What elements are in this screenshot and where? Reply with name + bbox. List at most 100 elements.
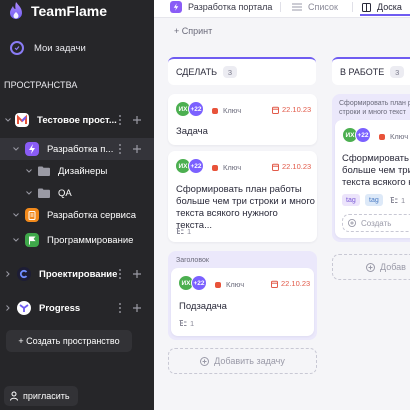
assignees[interactable]: ИХ +22 [175, 158, 204, 174]
app-logo[interactable]: TeamFlame [6, 1, 107, 21]
due-date-text: 22.10.23 [281, 279, 311, 288]
sidebar-space-design[interactable]: Проектирование [0, 263, 154, 285]
tab-list[interactable]: Список [292, 0, 338, 14]
assignees[interactable]: ИХ +22 [342, 127, 371, 143]
chevron-right-icon[interactable] [3, 303, 13, 313]
task-title: Сформировать п больше чем три с текста в… [342, 153, 410, 189]
sidebar-item-label: Разработка сервиса [47, 209, 136, 221]
calendar-icon [272, 106, 279, 114]
sidebar-space-test[interactable]: Тестовое прост... [0, 109, 154, 131]
subtask-count[interactable]: 1 [176, 227, 191, 236]
invite-label: пригласить [23, 391, 70, 401]
chevron-down-icon[interactable] [11, 235, 21, 245]
breadcrumb[interactable]: Разработка портала [170, 0, 272, 14]
subtask-icon [390, 197, 398, 203]
create-subtask-label: Создать [361, 218, 392, 228]
due-date[interactable]: 22.10.23 [272, 162, 311, 171]
task-group: Сформировать план р строки и много текст… [332, 94, 410, 242]
lightning-icon [170, 1, 182, 13]
chevron-right-icon[interactable] [3, 269, 13, 279]
avatar-more: +22 [191, 275, 207, 291]
plus-icon[interactable] [132, 144, 142, 154]
column-header-in-progress: В РАБОТЕ 3 [332, 57, 410, 85]
priority-text: Ключ [226, 280, 245, 289]
priority-flag-icon [212, 107, 218, 114]
divider [280, 2, 281, 12]
plus-circle-icon [348, 219, 356, 227]
divider [352, 2, 353, 12]
group-title: Сформировать план р строки и много текст [339, 99, 410, 117]
task-card[interactable]: ИХ +22 Ключ 22.10.23 Сформировать план р… [168, 151, 317, 242]
add-sprint-button[interactable]: + Спринт [174, 26, 212, 36]
active-tab-indicator [360, 14, 410, 16]
sidebar-folder-designers[interactable]: Дизайнеры [0, 160, 154, 182]
priority-text: Ключ [390, 132, 409, 141]
task-card[interactable]: ИХ +22 Ключ 22.10.23 Задача [168, 94, 317, 145]
nav-my-tasks-label: Мои задачи [34, 42, 86, 54]
more-icon[interactable] [116, 114, 124, 126]
sidebar-item-label: Программирование [47, 234, 134, 246]
more-icon[interactable] [116, 143, 124, 155]
sidebar: TeamFlame Мои задачи ПРОСТРАНСТВА Тестов… [0, 0, 154, 410]
plus-icon[interactable] [132, 303, 142, 313]
subtask-count-text: 1 [401, 196, 406, 205]
flag-icon [25, 233, 39, 247]
sidebar-item-service-dev[interactable]: Разработка сервиса [0, 204, 154, 226]
priority-flag-icon [379, 133, 385, 140]
assignees[interactable]: ИХ +22 [175, 101, 204, 117]
tab-list-label: Список [308, 2, 338, 12]
group-title-line: строки и много текст [339, 109, 406, 116]
more-icon[interactable] [116, 268, 124, 280]
due-date[interactable]: 22.10.23 [272, 105, 311, 114]
assignees[interactable]: ИХ +22 [178, 275, 207, 291]
priority-flag-icon [215, 281, 221, 288]
priority-label[interactable]: Ключ [212, 163, 241, 172]
sidebar-space-label: Progress [39, 302, 81, 314]
add-task-button[interactable]: Добавить задачу [168, 348, 317, 374]
create-space-button[interactable]: + Создать пространство [6, 330, 132, 352]
chevron-down-icon[interactable] [11, 210, 21, 220]
plus-circle-icon [200, 356, 210, 366]
due-date-text: 22.10.23 [282, 105, 312, 114]
spaces-heading: ПРОСТРАНСТВА [4, 80, 78, 90]
column-count-badge: 3 [390, 66, 405, 78]
priority-label[interactable]: Ключ [379, 132, 408, 141]
sidebar-item-programming[interactable]: Программирование [0, 229, 154, 251]
task-card[interactable]: ИХ +22 Ключ 22.10.23 Подзадача 1 [171, 268, 314, 336]
subtask-count-text: 1 [187, 227, 192, 236]
plus-icon[interactable] [132, 269, 142, 279]
sidebar-item-portal-dev[interactable]: Разработка п... [0, 138, 154, 160]
chevron-down-icon[interactable] [11, 144, 21, 154]
task-card[interactable]: ИХ +22 Ключ Сформировать п больше чем тр… [335, 120, 410, 238]
priority-label[interactable]: Ключ [215, 280, 244, 289]
priority-label[interactable]: Ключ [212, 106, 241, 115]
invite-button[interactable]: пригласить [4, 386, 78, 406]
column-header-todo: СДЕЛАТЬ 3 [168, 57, 316, 85]
due-date-text: 22.10.23 [282, 162, 312, 171]
more-icon[interactable] [116, 302, 124, 314]
calendar-icon [272, 163, 279, 171]
tab-board[interactable]: Доска [362, 0, 402, 14]
sidebar-space-progress[interactable]: Progress [0, 297, 154, 319]
add-task-button[interactable]: Добав [332, 254, 410, 280]
due-date[interactable]: 22.10.23 [271, 279, 310, 288]
chevron-down-icon[interactable] [24, 188, 34, 198]
avatar-more: +22 [188, 101, 204, 117]
chevron-down-icon[interactable] [3, 115, 13, 125]
nav-my-tasks[interactable]: Мои задачи [10, 41, 86, 55]
chevron-down-icon[interactable] [24, 166, 34, 176]
folder-icon [38, 188, 50, 198]
tag-chip[interactable]: tag [342, 194, 360, 206]
group-title: Заголовок [176, 257, 209, 264]
avatar-more: +22 [355, 127, 371, 143]
task-group: Заголовок ИХ +22 Ключ 22.10.23 Подзадача… [168, 251, 317, 340]
task-title-line: текста всякого н [342, 177, 410, 188]
plus-icon[interactable] [132, 115, 142, 125]
avatar-more: +22 [188, 158, 204, 174]
subtask-count[interactable]: 1 [390, 196, 405, 205]
sidebar-folder-qa[interactable]: QA [0, 182, 154, 204]
list-icon [292, 3, 302, 11]
subtask-count[interactable]: 1 [179, 319, 194, 328]
tag-chip[interactable]: tag [365, 194, 383, 206]
create-subtask-button[interactable]: Создать [342, 214, 410, 232]
